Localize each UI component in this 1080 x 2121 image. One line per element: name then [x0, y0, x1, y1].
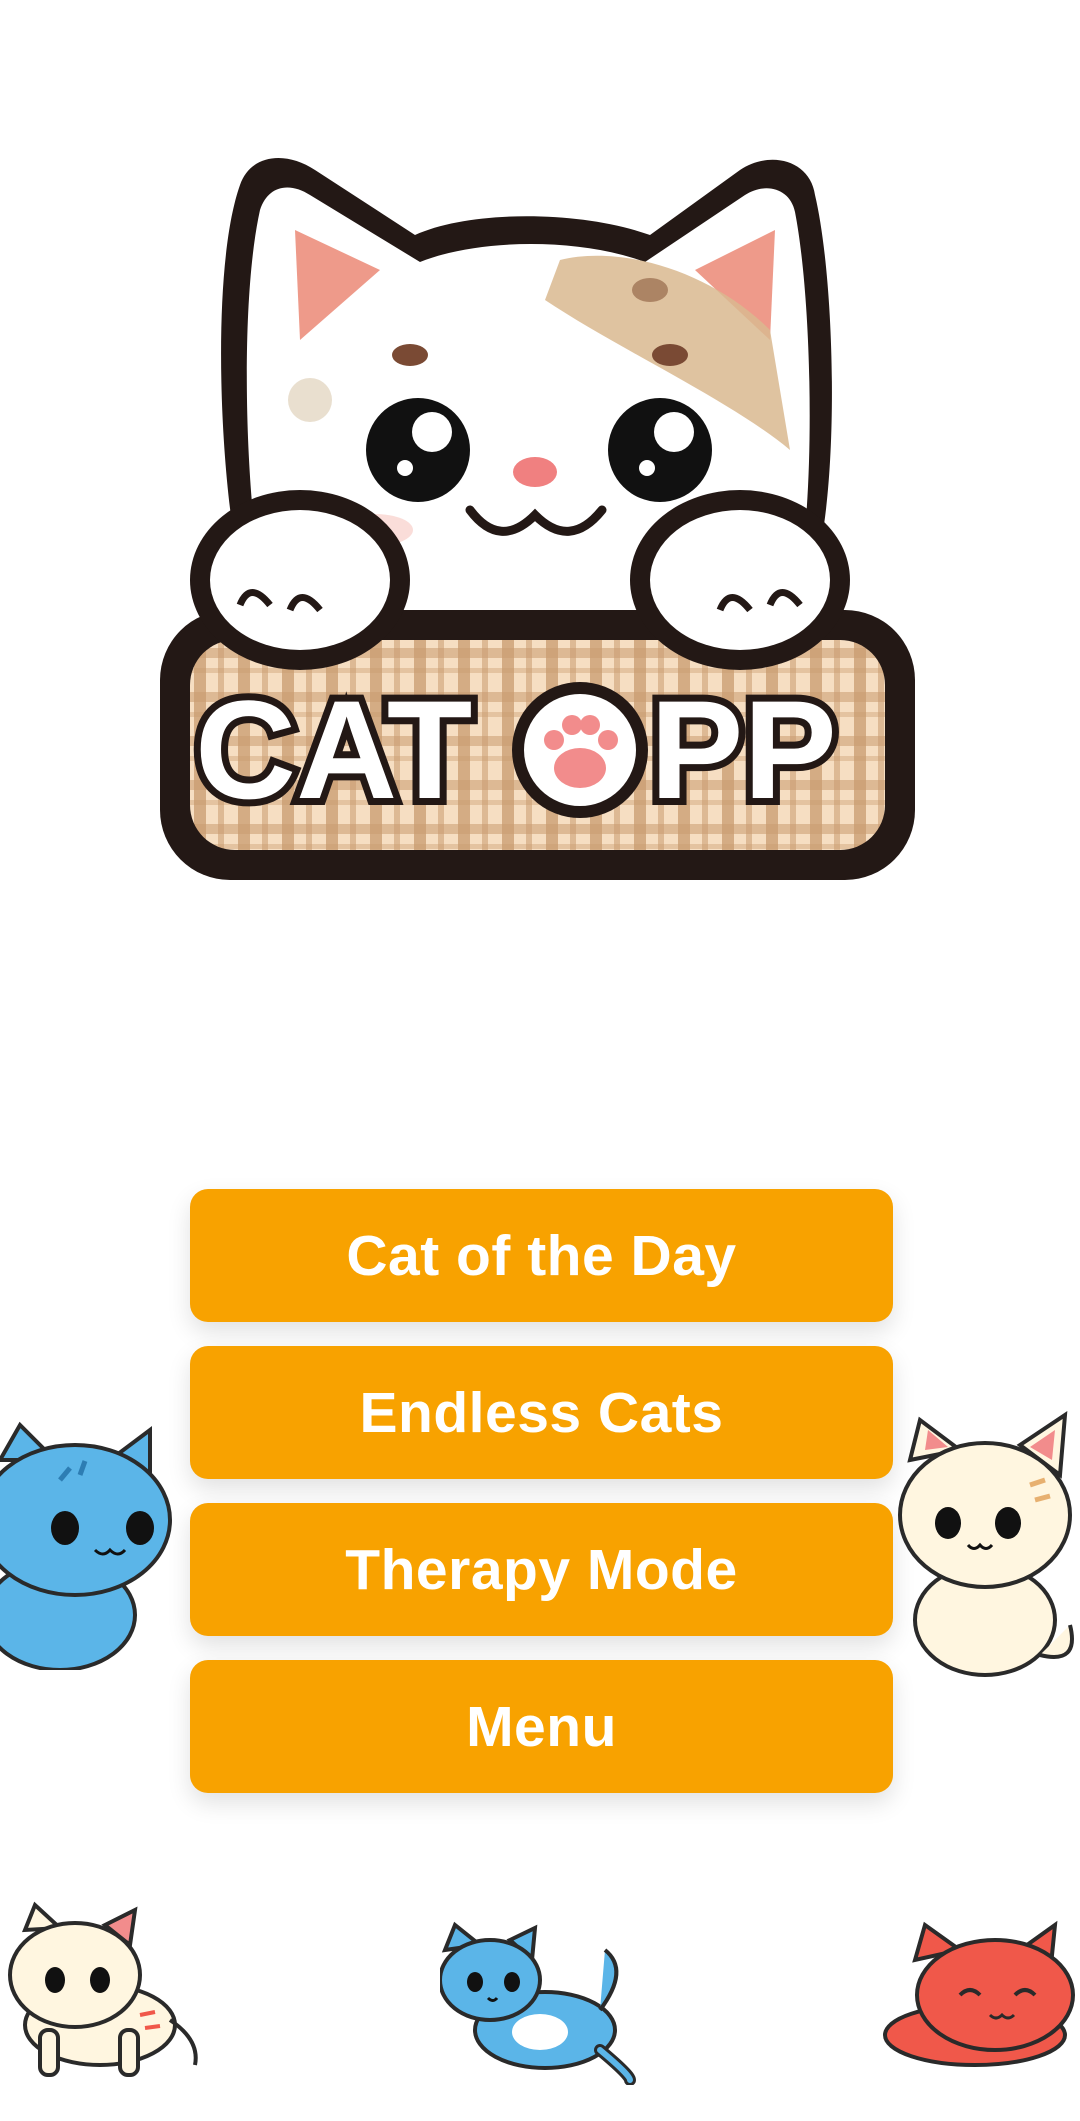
menu-button[interactable]: Menu: [190, 1660, 893, 1793]
blue-cat-sitting-icon: [0, 1420, 190, 1672]
blue-cat-lying-icon: [438, 1920, 640, 2086]
endless-cats-button[interactable]: Endless Cats: [190, 1346, 893, 1479]
logo-text-cat: CAT: [195, 671, 472, 828]
cream-cat-sitting-icon: [880, 1405, 1080, 1680]
cat-face-icon: CAT PP: [160, 158, 915, 880]
logo-text-pp: PP: [650, 671, 837, 828]
paw-icon: [512, 682, 648, 818]
cat-of-the-day-button[interactable]: Cat of the Day: [190, 1189, 893, 1322]
cat-app-logo: CAT PP: [150, 150, 930, 900]
red-cat-sleeping-icon: [880, 1920, 1080, 2070]
cream-cat-walking-icon: [0, 1900, 210, 2080]
therapy-mode-button[interactable]: Therapy Mode: [190, 1503, 893, 1636]
